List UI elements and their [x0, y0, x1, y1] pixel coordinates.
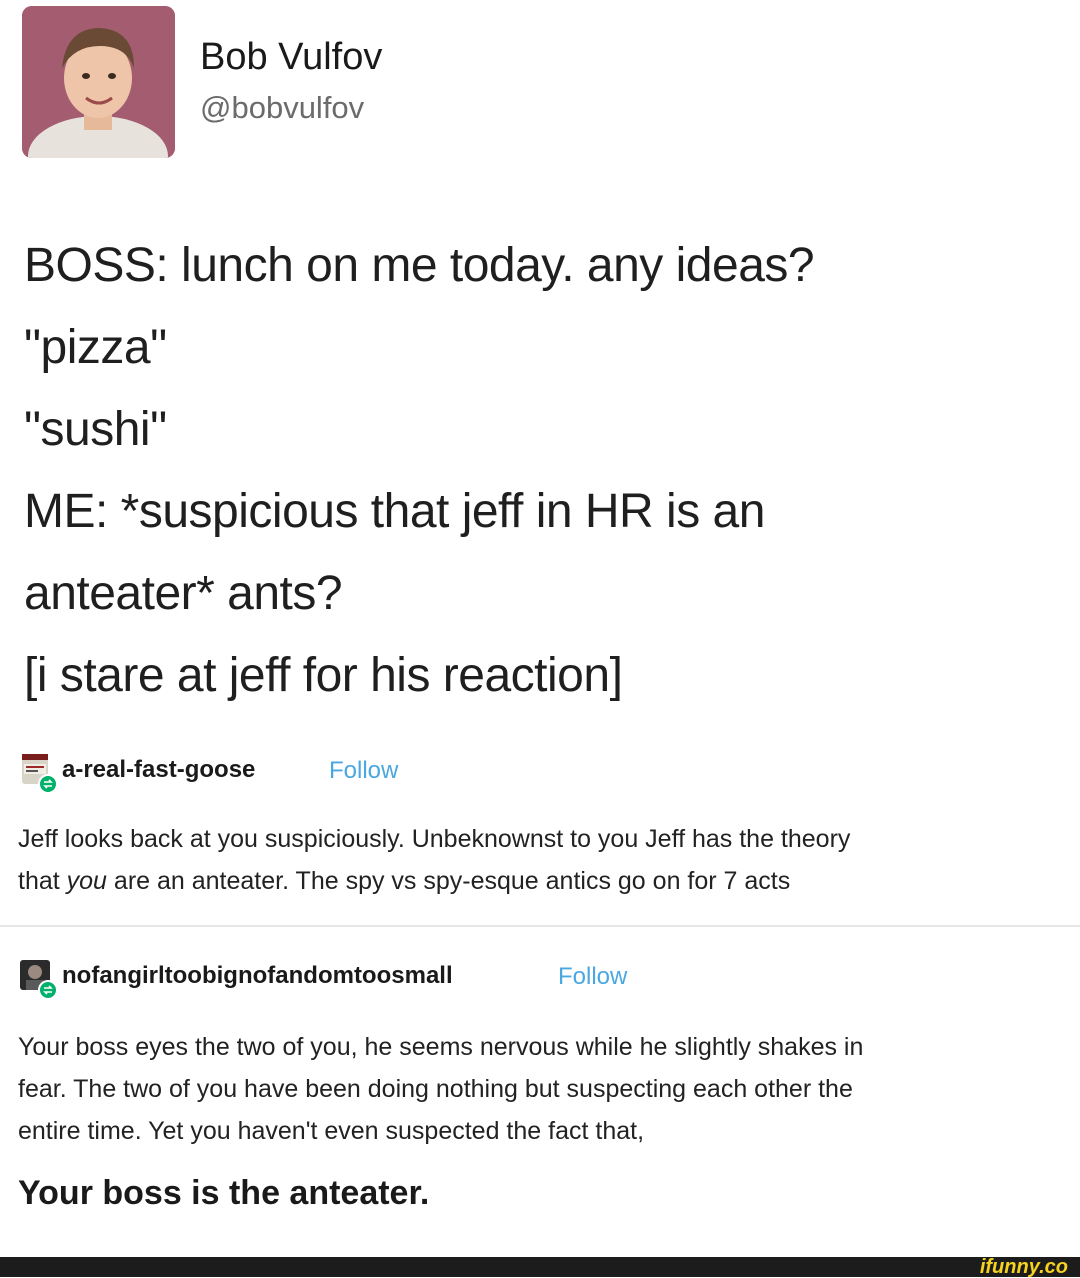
reblog-header: a-real-fast-goose Follow	[18, 752, 1058, 794]
reblog-text-line: Your boss eyes the two of you, he seems …	[18, 1033, 864, 1061]
tweet-line: anteater* ants?	[24, 567, 343, 620]
follow-button[interactable]: Follow	[329, 757, 398, 785]
tweet-header: Bob Vulfov @bobvulfov	[22, 6, 722, 158]
ifunny-watermark: ifunny.co	[979, 1256, 1068, 1278]
reblog-post-1: a-real-fast-goose Follow Jeff looks back…	[18, 752, 1058, 902]
reblog-user-avatar[interactable]	[18, 958, 58, 1000]
reblog-header: nofangirltoobignofandomtoosmall Follow	[18, 958, 1058, 1000]
reblog-text: Jeff looks back at you suspiciously. Unb…	[18, 818, 1058, 902]
reblog-username[interactable]: nofangirltoobignofandomtoosmall	[62, 962, 453, 990]
reblog-final-line: Your boss is the anteater.	[18, 1174, 430, 1212]
reblog-text-line: entire time. Yet you haven't even suspec…	[18, 1117, 645, 1145]
tweet-line: BOSS: lunch on me today. any ideas?	[24, 239, 815, 292]
reblog-icon	[38, 980, 58, 1000]
divider	[0, 925, 1080, 927]
follow-button[interactable]: Follow	[558, 963, 627, 991]
author-handle[interactable]: @bobvulfov	[200, 90, 364, 126]
author-avatar[interactable]	[22, 6, 175, 158]
reblog-username[interactable]: a-real-fast-goose	[62, 756, 255, 784]
tweet-line: ME: *suspicious that jeff in HR is an	[24, 485, 765, 538]
tweet-body: BOSS: lunch on me today. any ideas? "piz…	[24, 225, 1054, 717]
tweet-line: "sushi"	[24, 403, 167, 456]
reblog-text-line: fear. The two of you have been doing not…	[18, 1075, 853, 1103]
tweet-line: "pizza"	[24, 321, 167, 374]
reblog-text-line: Jeff looks back at you suspiciously. Unb…	[18, 825, 851, 853]
watermark-bar: ifunny.co	[0, 1257, 1080, 1277]
reblog-icon	[38, 774, 58, 794]
reblog-text: Your boss eyes the two of you, he seems …	[18, 1026, 1058, 1152]
avatar-portrait	[22, 6, 175, 158]
author-name[interactable]: Bob Vulfov	[200, 36, 382, 79]
tweet-line: [i stare at jeff for his reaction]	[24, 649, 623, 702]
reblog-post-2: nofangirltoobignofandomtoosmall Follow Y…	[18, 958, 1058, 1213]
reblog-text-emphasis: you	[66, 867, 107, 895]
reblog-text-segment: that	[18, 867, 67, 895]
reblog-user-avatar[interactable]	[18, 752, 58, 794]
reblog-text-segment: are an anteater. The spy vs spy-esque an…	[106, 867, 791, 895]
